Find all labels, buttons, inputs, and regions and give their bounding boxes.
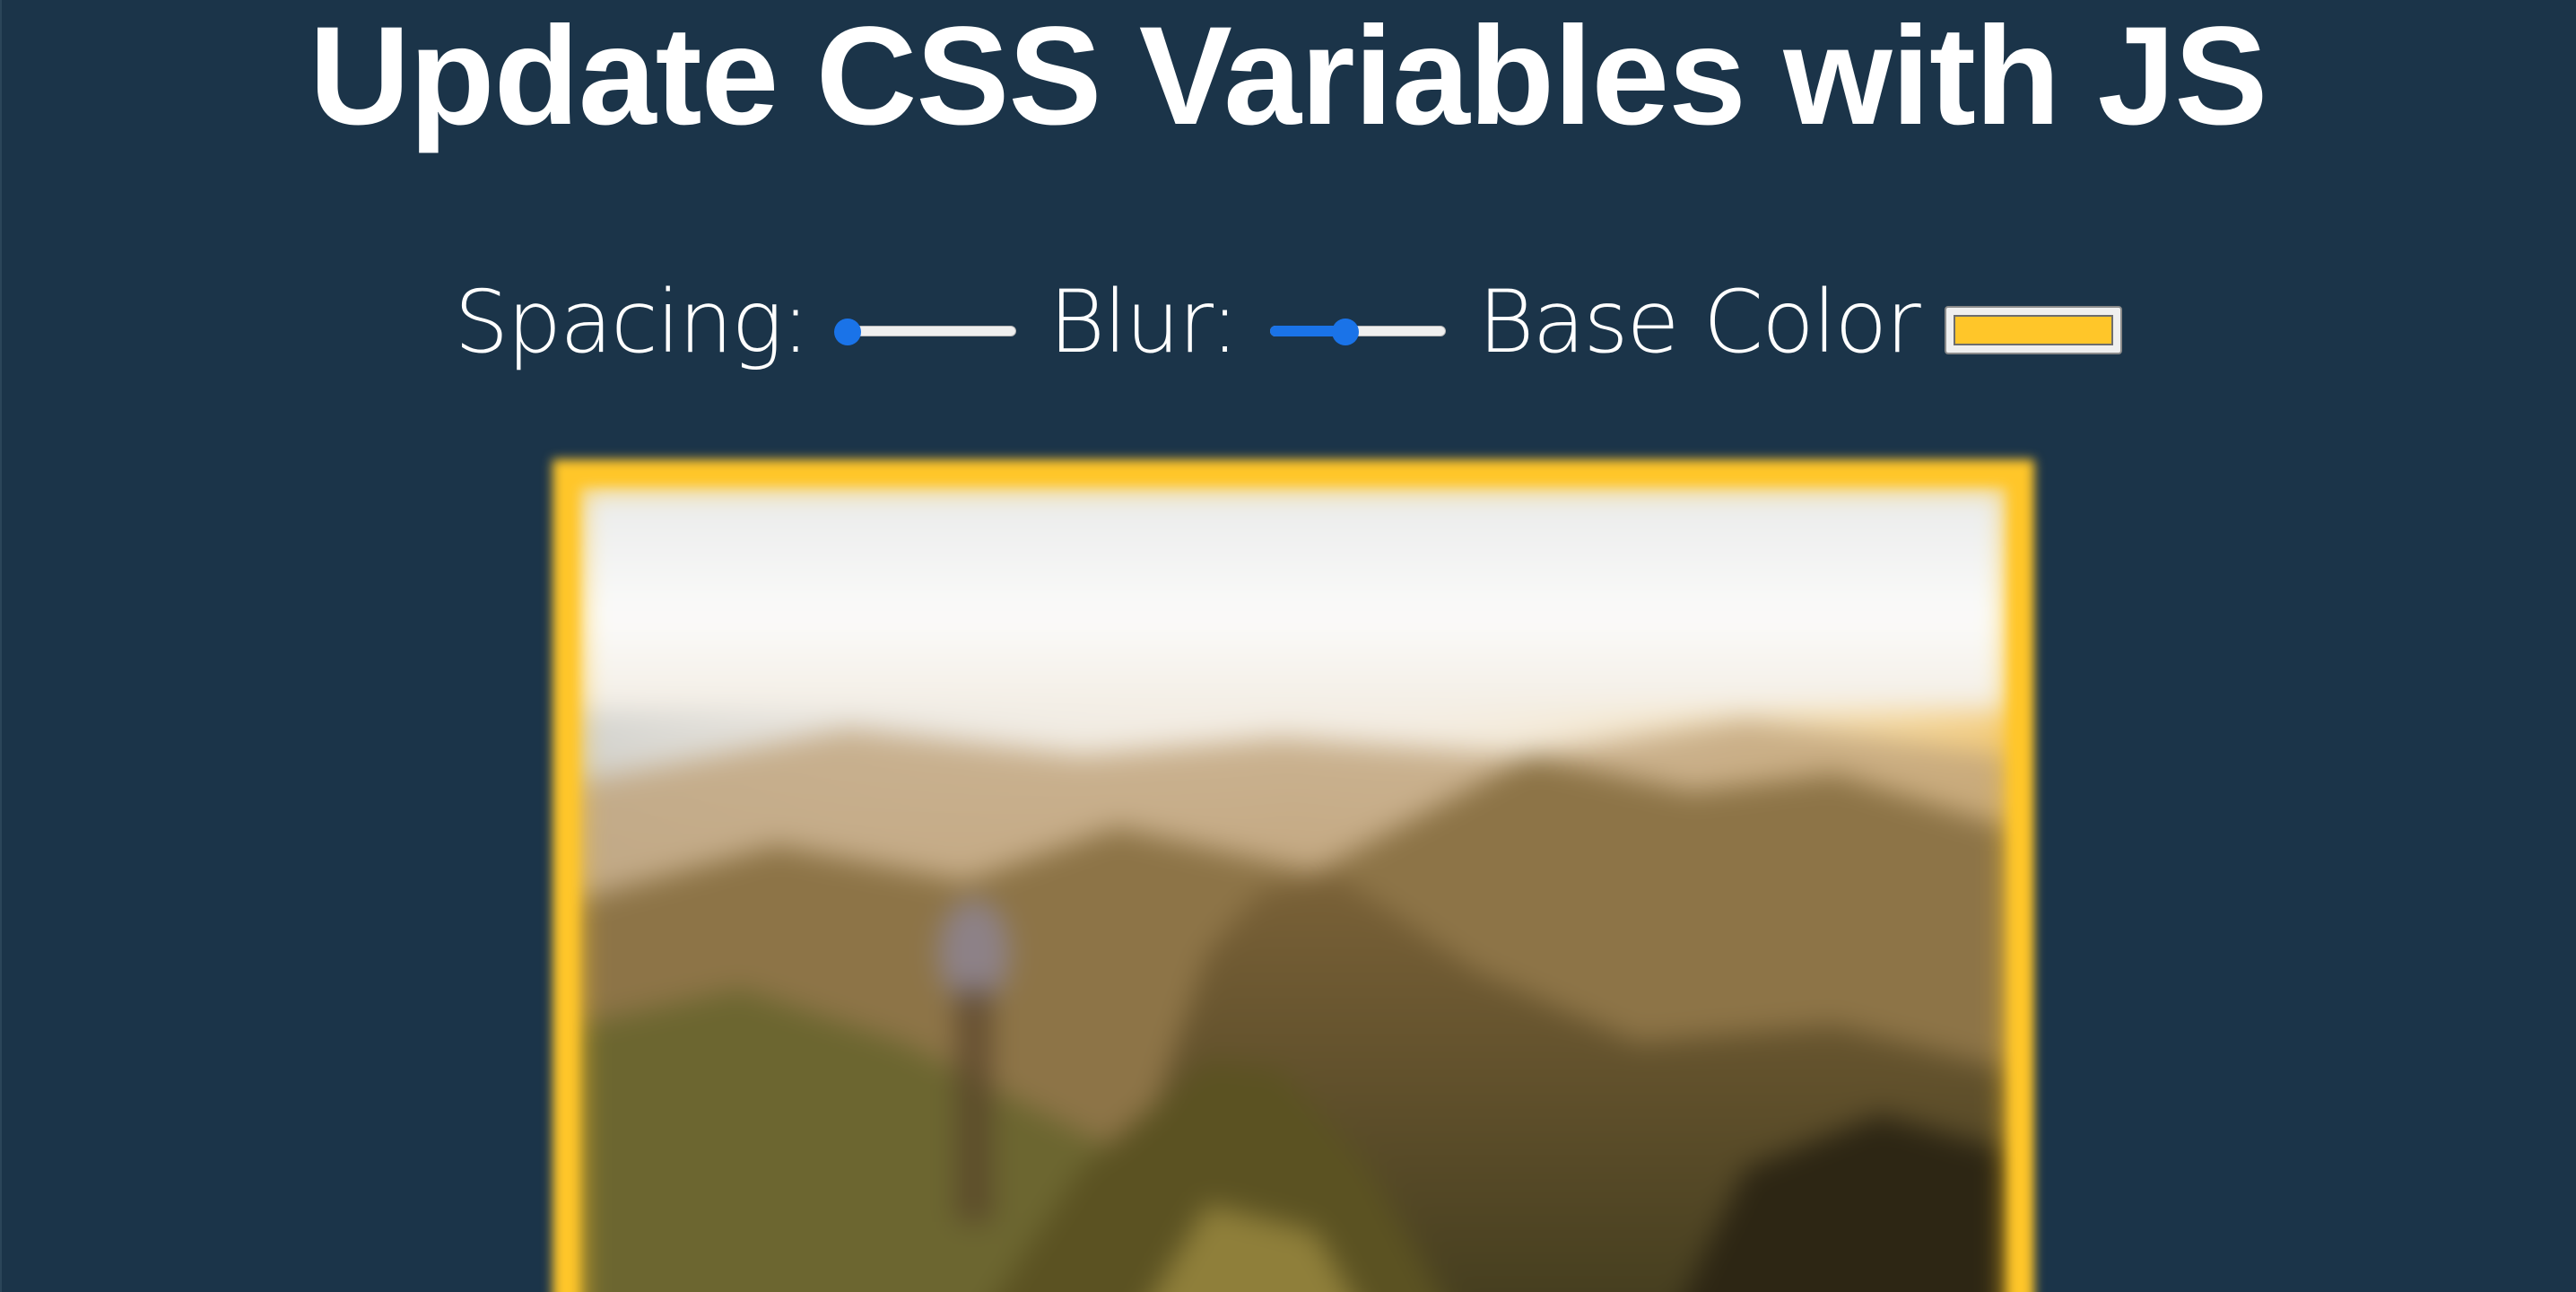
page-left-edge [0,0,2,1292]
spacing-slider-track [840,326,1017,336]
blur-slider-thumb[interactable] [1331,319,1359,345]
blur-label: Blur: [1049,272,1239,372]
controls-bar: Spacing: Blur: Base Color [0,264,2576,380]
base-color-picker[interactable] [1944,306,2122,354]
spacing-label: Spacing: [454,272,810,372]
mountain-landscape-image [579,486,2007,1292]
base-color-swatch [1953,315,2113,345]
blur-slider[interactable] [1269,312,1446,348]
page-title: Update CSS Variables with JS [309,0,2268,154]
base-color-label: Base Color [1477,272,1921,372]
mountain-landscape-photo [579,486,2007,1292]
spacing-slider-thumb[interactable] [834,319,862,345]
photo-frame [553,459,2034,1292]
spacing-slider[interactable] [834,312,1017,348]
